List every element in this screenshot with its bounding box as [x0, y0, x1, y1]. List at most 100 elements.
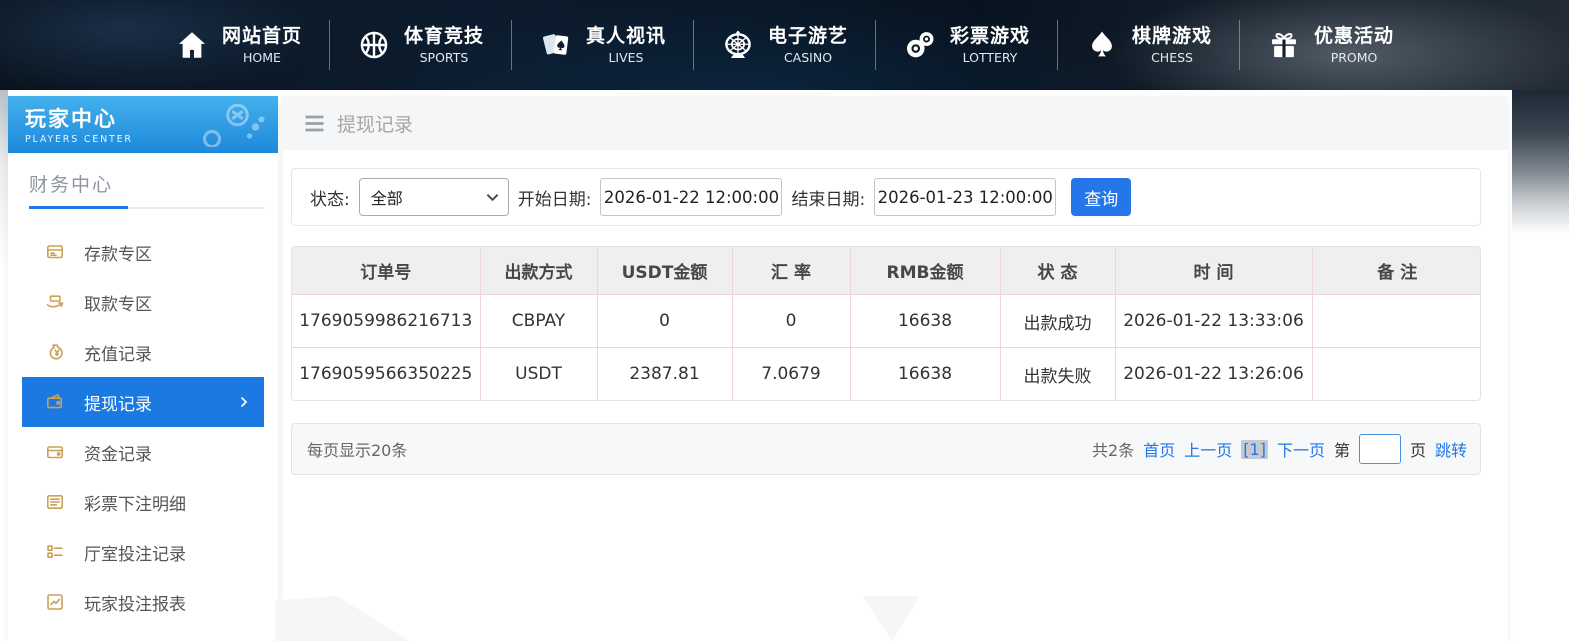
nav-label-zh: 体育竞技	[404, 25, 484, 49]
nav-item-sports[interactable]: 体育竞技SPORTS	[330, 25, 511, 65]
start-date-input[interactable]	[600, 178, 782, 216]
withdrawal-record-icon	[45, 392, 65, 412]
total-count: 共2条	[1092, 437, 1134, 461]
nav-item-labels: 彩票游戏LOTTERY	[950, 25, 1030, 65]
sidebar-item-label: 充值记录	[84, 340, 152, 365]
nav-label-zh: 棋牌游戏	[1132, 25, 1212, 49]
sidebar-item-funds-record[interactable]: 资金记录	[22, 427, 264, 477]
end-date-label: 结束日期:	[791, 185, 865, 210]
status-label: 状态:	[310, 185, 350, 210]
end-date-input[interactable]	[874, 178, 1056, 216]
nav-label-zh: 彩票游戏	[950, 25, 1030, 49]
funds-record-icon	[45, 442, 65, 462]
nav-label-en: CASINO	[784, 50, 832, 66]
sidebar-section-title: 财务中心	[8, 153, 278, 207]
nav-item-lives[interactable]: 真人视讯LIVES	[512, 25, 693, 65]
section-underline	[29, 207, 265, 209]
sidebar-item-player-bet-report[interactable]: 玩家投注报表	[22, 577, 264, 627]
table-cell: 0	[732, 295, 850, 348]
table-cell: 0	[597, 295, 732, 348]
withdraw-zone-icon	[45, 292, 65, 312]
table-cell: 7.0679	[732, 348, 850, 401]
sidebar-item-label: 玩家投注报表	[84, 590, 186, 615]
table-cell: USDT	[480, 348, 597, 401]
main-content: 提现记录 状态: 全部 开始日期: 结束日期: 查询 订单号出款方式USDT金额…	[283, 96, 1508, 641]
first-page-link[interactable]: 首页	[1143, 437, 1175, 461]
table-cell: 1769059986216713	[292, 295, 480, 348]
column-header: 汇 率	[732, 247, 850, 295]
sidebar-item-withdrawal-record[interactable]: 提现记录	[22, 377, 264, 427]
sidebar-item-label: 彩票下注明细	[84, 490, 186, 515]
nav-label-zh: 优惠活动	[1314, 25, 1394, 49]
nav-item-labels: 电子游艺CASINO	[768, 25, 848, 65]
sidebar-header: 玩家中心 PLAYERS CENTER	[8, 96, 278, 153]
sidebar-item-label: 资金记录	[84, 440, 152, 465]
sidebar-item-lottery-bet-detail[interactable]: 彩票下注明细	[22, 477, 264, 527]
per-page-text: 每页显示20条	[307, 437, 407, 461]
page: 网站首页HOME体育竞技SPORTS真人视讯LIVES电子游艺CASINO彩票游…	[0, 0, 1569, 641]
table-cell: 16638	[850, 348, 1000, 401]
sidebar-item-recharge-record[interactable]: 充值记录	[22, 327, 264, 377]
pagination-bar: 每页显示20条 共2条 首页 上一页 [1] 下一页 第 页 跳转	[291, 423, 1481, 475]
gift-icon	[1267, 28, 1301, 62]
prev-page-link[interactable]: 上一页	[1184, 437, 1232, 461]
withdrawal-table: 订单号出款方式USDT金额汇 率RMB金额状 态时 间备 注1769059986…	[291, 246, 1481, 401]
filter-bar: 状态: 全部 开始日期: 结束日期: 查询	[291, 168, 1481, 226]
nav-label-en: HOME	[243, 50, 281, 66]
column-header: USDT金额	[597, 247, 732, 295]
sidebar-menu: 存款专区取款专区充值记录提现记录资金记录彩票下注明细厅室投注记录玩家投注报表	[8, 219, 278, 627]
table-cell: 2026-01-22 13:33:06	[1115, 295, 1312, 348]
sidebar-item-withdraw-zone[interactable]: 取款专区	[22, 277, 264, 327]
table-row: 1769059566350225USDT2387.817.067916638出款…	[292, 348, 1481, 401]
page-header: 提现记录	[283, 96, 1508, 150]
status-select[interactable]: 全部	[359, 178, 509, 216]
recharge-record-icon	[45, 342, 65, 362]
jump-button[interactable]: 跳转	[1435, 437, 1467, 461]
player-bet-report-icon	[45, 592, 65, 612]
start-date-label: 开始日期:	[518, 185, 592, 210]
lottery-balls-icon	[903, 28, 937, 62]
sidebar-item-deposit-zone[interactable]: 存款专区	[22, 227, 264, 277]
sidebar-item-label: 提现记录	[84, 390, 152, 415]
sidebar-item-label: 取款专区	[84, 290, 152, 315]
column-header: RMB金额	[850, 247, 1000, 295]
column-header: 状 态	[1000, 247, 1115, 295]
chevron-down-icon	[486, 193, 499, 202]
lottery-bet-detail-icon	[45, 492, 65, 512]
nav-item-labels: 棋牌游戏CHESS	[1132, 25, 1212, 65]
nav-label-zh: 网站首页	[222, 25, 302, 49]
page-jump-input[interactable]	[1359, 434, 1401, 464]
nav-label-en: PROMO	[1331, 50, 1378, 66]
table-cell: 1769059566350225	[292, 348, 480, 401]
nav-item-labels: 真人视讯LIVES	[586, 25, 666, 65]
pagination-controls: 共2条 首页 上一页 [1] 下一页 第 页 跳转	[1092, 434, 1467, 464]
nav-label-en: LOTTERY	[963, 50, 1018, 66]
left-background-strip	[0, 90, 8, 300]
table-cell: 16638	[850, 295, 1000, 348]
column-header: 备 注	[1312, 247, 1481, 295]
top-navigation: 网站首页HOME体育竞技SPORTS真人视讯LIVES电子游艺CASINO彩票游…	[0, 0, 1569, 90]
column-header: 订单号	[292, 247, 480, 295]
hamburger-icon	[304, 115, 325, 132]
gamepad-icon	[188, 101, 266, 151]
status-select-value: 全部	[371, 185, 403, 209]
nav-item-promo[interactable]: 优惠活动PROMO	[1240, 25, 1421, 65]
chevron-right-icon	[238, 395, 250, 409]
top-banner: 网站首页HOME体育竞技SPORTS真人视讯LIVES电子游艺CASINO彩票游…	[0, 0, 1569, 90]
nav-label-en: SPORTS	[420, 50, 469, 66]
search-button[interactable]: 查询	[1071, 178, 1131, 216]
next-page-link[interactable]: 下一页	[1277, 437, 1325, 461]
nav-item-casino[interactable]: 电子游艺CASINO	[694, 25, 875, 65]
nav-item-chess[interactable]: 棋牌游戏CHESS	[1058, 25, 1239, 65]
page-title: 提现记录	[337, 110, 413, 137]
jump-prefix-label: 第	[1334, 437, 1350, 461]
current-page-indicator[interactable]: [1]	[1241, 440, 1268, 459]
table-cell	[1312, 348, 1481, 401]
table-cell	[1312, 295, 1481, 348]
roulette-icon	[721, 28, 755, 62]
nav-item-home[interactable]: 网站首页HOME	[148, 25, 329, 65]
table-cell: 出款失败	[1000, 348, 1115, 401]
sidebar-item-room-bet-record[interactable]: 厅室投注记录	[22, 527, 264, 577]
room-bet-record-icon	[45, 542, 65, 562]
nav-item-lottery[interactable]: 彩票游戏LOTTERY	[876, 25, 1057, 65]
